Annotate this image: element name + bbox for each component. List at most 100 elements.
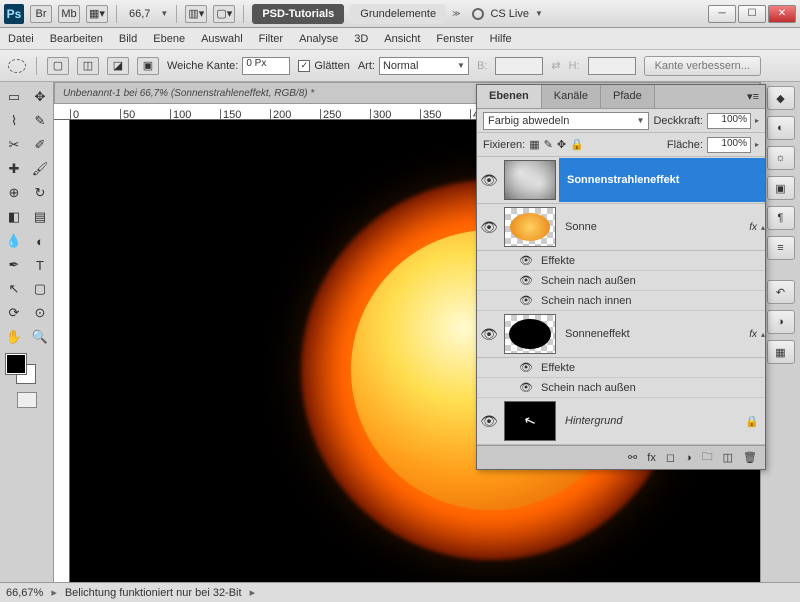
dock-properties-icon[interactable]: ▦ [767, 340, 795, 364]
fill-input[interactable]: 100% [707, 137, 751, 153]
dodge-tool[interactable]: ◐ [28, 230, 52, 252]
layer-thumbnail[interactable] [504, 207, 556, 247]
color-swatches[interactable] [2, 354, 51, 388]
lock-pixels-icon[interactable]: ✎ [544, 138, 553, 151]
layer-name[interactable]: Sonneneffekt [559, 328, 745, 340]
layer-row[interactable]: 👁 Sonne fx ▴ [477, 204, 765, 251]
dock-masks-icon[interactable]: ▣ [767, 176, 795, 200]
menu-analyse[interactable]: Analyse [299, 33, 338, 45]
minimize-button[interactable]: ─ [708, 5, 736, 23]
layer-thumbnail[interactable] [504, 401, 556, 441]
type-tool[interactable]: T [28, 254, 52, 276]
visibility-icon[interactable]: 👁 [477, 172, 501, 189]
opacity-slider-icon[interactable]: ▸ [755, 116, 759, 125]
view-extras-button[interactable]: ▦▾ [86, 5, 108, 23]
collapse-icon[interactable]: ▴ [761, 330, 765, 339]
pen-tool[interactable]: ✒ [2, 254, 26, 276]
opacity-input[interactable]: 100% [707, 113, 751, 129]
arrange-button[interactable]: ▥▾ [185, 5, 207, 23]
layer-group-icon[interactable]: 🗀 [702, 448, 713, 467]
visibility-icon[interactable]: 👁 [477, 219, 501, 236]
fx-badge[interactable]: fx [745, 222, 761, 233]
feather-input[interactable]: 0 Px [242, 57, 290, 75]
menu-bearbeiten[interactable]: Bearbeiten [50, 33, 103, 45]
layer-effect[interactable]: 👁Effekte [477, 251, 765, 271]
dock-actions-icon[interactable]: ◑ [767, 310, 795, 334]
move-tool[interactable]: ✥ [28, 86, 52, 108]
dock-swatches-icon[interactable]: ◐ [767, 116, 795, 140]
dock-adjustments-icon[interactable]: ☼ [767, 146, 795, 170]
delete-layer-icon[interactable]: 🗑 [743, 451, 757, 464]
layer-row[interactable]: 👁 Hintergrund 🔒 [477, 398, 765, 445]
intersect-selection-button[interactable]: ▣ [137, 57, 159, 75]
lock-transparency-icon[interactable]: ▦ [529, 138, 539, 151]
menu-hilfe[interactable]: Hilfe [490, 33, 512, 45]
menu-3d[interactable]: 3D [354, 33, 368, 45]
shape-tool[interactable]: ▢ [28, 278, 52, 300]
layer-name[interactable]: Sonne [559, 221, 745, 233]
antialias-field[interactable]: ✓ Glätten [298, 60, 349, 72]
style-select[interactable]: Normal▼ [379, 57, 469, 75]
gradient-tool[interactable]: ▤ [28, 206, 52, 228]
tab-pfade[interactable]: Pfade [601, 85, 655, 108]
3d-tool[interactable]: ⟳ [2, 302, 26, 324]
menu-bild[interactable]: Bild [119, 33, 137, 45]
layer-fx-icon[interactable]: fx [647, 452, 656, 464]
tab-ebenen[interactable]: Ebenen [477, 85, 542, 108]
history-brush-tool[interactable]: ↻ [28, 182, 52, 204]
layer-row[interactable]: 👁 Sonnenstrahleneffekt [477, 157, 765, 204]
dock-paragraph-icon[interactable]: ≡ [767, 236, 795, 260]
menu-ebene[interactable]: Ebene [153, 33, 185, 45]
layer-name[interactable]: Sonnenstrahleneffekt [559, 158, 765, 202]
new-selection-button[interactable]: ▢ [47, 57, 69, 75]
visibility-icon[interactable]: 👁 [477, 326, 501, 343]
workspace-grundelemente[interactable]: Grundelemente [350, 4, 446, 24]
ruler-vertical[interactable] [54, 120, 70, 582]
fill-slider-icon[interactable]: ▸ [755, 140, 759, 149]
layer-name[interactable]: Hintergrund [559, 415, 739, 427]
blend-mode-select[interactable]: Farbig abwedeln▼ [483, 112, 649, 130]
dock-color-icon[interactable]: ◆ [767, 86, 795, 110]
tab-kanaele[interactable]: Kanäle [542, 85, 601, 108]
add-selection-button[interactable]: ◫ [77, 57, 99, 75]
close-button[interactable]: ✕ [768, 5, 796, 23]
layer-thumbnail[interactable] [504, 314, 556, 354]
maximize-button[interactable]: ☐ [738, 5, 766, 23]
adjustment-layer-icon[interactable]: ◑ [685, 452, 692, 464]
stamp-tool[interactable]: ⊕ [2, 182, 26, 204]
crop-tool[interactable]: ✂ [2, 134, 26, 156]
menu-auswahl[interactable]: Auswahl [201, 33, 243, 45]
panel-menu-icon[interactable]: ▾≡ [741, 85, 765, 108]
layer-mask-icon[interactable]: ◻ [666, 451, 675, 464]
menu-fenster[interactable]: Fenster [436, 33, 473, 45]
screenmode-button[interactable]: ▢▾ [213, 5, 235, 23]
zoom-tool[interactable]: 🔍 [28, 326, 52, 348]
lasso-tool[interactable]: ⌇ [2, 110, 26, 132]
hand-tool[interactable]: ✋ [2, 326, 26, 348]
quickselect-tool[interactable]: ✎ [28, 110, 52, 132]
marquee-tool[interactable]: ▭ [2, 86, 26, 108]
menu-datei[interactable]: Datei [8, 33, 34, 45]
new-layer-icon[interactable]: ◫ [723, 451, 733, 464]
layer-effect[interactable]: 👁Schein nach außen [477, 378, 765, 398]
zoom-level[interactable]: 66,7 [125, 8, 154, 20]
lock-all-icon[interactable]: 🔒 [570, 138, 584, 151]
layer-row[interactable]: 👁 Sonneneffekt fx ▴ [477, 311, 765, 358]
3d-camera-tool[interactable]: ⊙ [28, 302, 52, 324]
status-zoom[interactable]: 66,67% [6, 587, 43, 599]
refine-edge-button[interactable]: Kante verbessern... [644, 56, 761, 76]
bridge-button[interactable]: Br [30, 5, 52, 23]
fg-color-swatch[interactable] [6, 354, 26, 374]
eraser-tool[interactable]: ◧ [2, 206, 26, 228]
eyedropper-tool[interactable]: ✐ [28, 134, 52, 156]
menu-filter[interactable]: Filter [259, 33, 283, 45]
dock-history-icon[interactable]: ↶ [767, 280, 795, 304]
subtract-selection-button[interactable]: ◪ [107, 57, 129, 75]
layer-effect[interactable]: 👁Schein nach außen [477, 271, 765, 291]
layer-thumbnail[interactable] [504, 160, 556, 200]
menu-ansicht[interactable]: Ansicht [384, 33, 420, 45]
brush-tool[interactable]: 🖌 [28, 158, 52, 180]
antialias-checkbox[interactable]: ✓ [298, 60, 310, 72]
collapse-icon[interactable]: ▴ [761, 223, 765, 232]
link-layers-icon[interactable]: ⚯ [628, 451, 637, 464]
